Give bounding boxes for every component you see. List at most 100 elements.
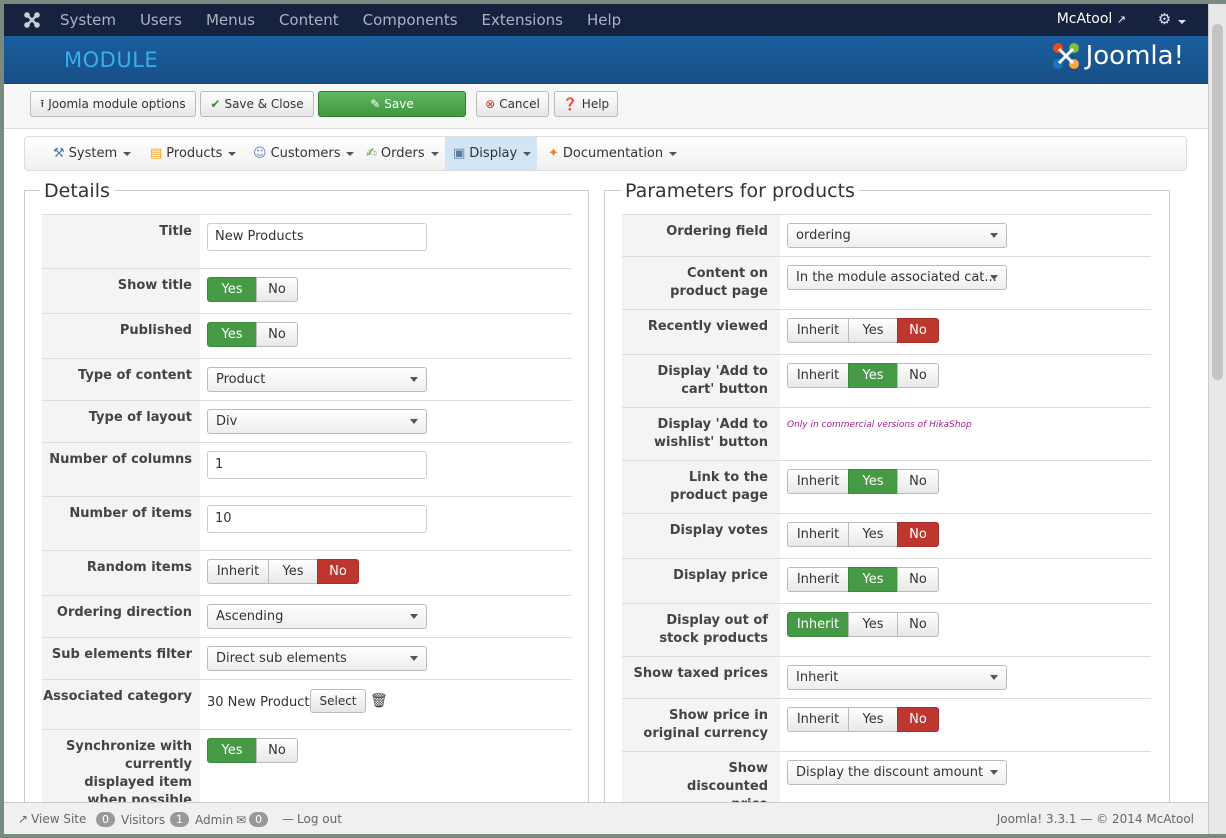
messages-status[interactable]: ✉ 0 — [236, 812, 271, 827]
price-inherit[interactable]: Inherit — [787, 567, 849, 592]
votes-no[interactable]: No — [897, 522, 939, 547]
chevron-down-icon — [346, 151, 355, 156]
row-recently-viewed: Recently viewed Inherit Yes No — [622, 309, 1151, 354]
row-show-title: Show title Yes No — [42, 268, 572, 313]
type-layout-select[interactable]: Div — [207, 409, 427, 434]
num-items-input[interactable]: 10 — [207, 505, 427, 533]
sync-yes[interactable]: Yes — [207, 738, 257, 763]
menu-content[interactable]: Content — [279, 11, 339, 29]
save-label: Save — [384, 97, 414, 111]
vertical-scrollbar[interactable] — [1208, 4, 1226, 834]
details-legend: Details — [40, 180, 114, 202]
settings-menu[interactable]: ⚙ — [1158, 10, 1186, 28]
page-header: MODULE Joomla! — [4, 36, 1208, 84]
ordering-field-select[interactable]: ordering — [787, 223, 1007, 248]
orig-currency-no[interactable]: No — [897, 707, 939, 732]
out-stock-no[interactable]: No — [897, 612, 939, 637]
row-votes: Display votes Inherit Yes No — [622, 513, 1151, 558]
dropdown-arrow-icon — [410, 614, 418, 619]
chevron-down-icon — [669, 151, 678, 156]
customers-icon: ☺ — [253, 146, 267, 161]
select-category-button[interactable]: Select — [310, 689, 366, 713]
random-yes[interactable]: Yes — [268, 559, 318, 584]
link-product-yes[interactable]: Yes — [848, 469, 898, 494]
menu-system[interactable]: System — [60, 11, 116, 29]
logout-link[interactable]: — Log out — [282, 812, 342, 826]
recently-viewed-yes[interactable]: Yes — [848, 318, 898, 343]
module-options-button[interactable]: ⭱ Joomla module options — [30, 91, 196, 117]
out-stock-inherit[interactable]: Inherit — [787, 612, 849, 637]
trash-icon[interactable]: 🗑 — [370, 693, 388, 709]
menu-users[interactable]: Users — [140, 11, 182, 29]
sub-filter-select[interactable]: Direct sub elements — [207, 646, 427, 671]
chevron-down-icon — [1178, 20, 1186, 24]
sub-filter-label: Sub elements filter — [42, 638, 200, 679]
submenu-display[interactable]: ▣ Display — [445, 137, 537, 170]
type-layout-value: Div — [216, 414, 238, 429]
sync-no[interactable]: No — [256, 738, 298, 763]
add-cart-no[interactable]: No — [897, 363, 939, 388]
row-title: Title New Products — [42, 214, 572, 268]
save-close-button[interactable]: ✔ Save & Close — [200, 91, 314, 117]
view-site-label: View Site — [31, 812, 87, 826]
link-product-no[interactable]: No — [897, 469, 939, 494]
menu-extensions[interactable]: Extensions — [482, 11, 563, 29]
gear-icon: ⚙ — [1157, 10, 1172, 28]
ordering-dir-label: Ordering direction — [42, 596, 200, 637]
content-page-select[interactable]: In the module associated cat... — [787, 265, 1007, 290]
row-published: Published Yes No — [42, 313, 572, 358]
menu-help[interactable]: Help — [587, 11, 621, 29]
votes-inherit[interactable]: Inherit — [787, 522, 849, 547]
cancel-button[interactable]: ⊗ Cancel — [476, 91, 549, 117]
ordering-dir-select[interactable]: Ascending — [207, 604, 427, 629]
price-yes[interactable]: Yes — [848, 567, 898, 592]
browser-window: System Users Menus Content Components Ex… — [4, 4, 1208, 834]
published-yes[interactable]: Yes — [207, 322, 257, 347]
menu-menus[interactable]: Menus — [206, 11, 255, 29]
discounted-select[interactable]: Display the discount amount — [787, 760, 1007, 785]
chevron-down-icon — [228, 151, 237, 156]
scrollbar-thumb[interactable] — [1212, 24, 1223, 380]
random-inherit[interactable]: Inherit — [207, 559, 269, 584]
out-stock-yes[interactable]: Yes — [848, 612, 898, 637]
type-content-value: Product — [216, 372, 266, 387]
add-cart-inherit[interactable]: Inherit — [787, 363, 849, 388]
title-input[interactable]: New Products — [207, 223, 427, 251]
ordering-field-value: ordering — [796, 228, 851, 243]
votes-yes[interactable]: Yes — [848, 522, 898, 547]
recently-viewed-no[interactable]: No — [897, 318, 939, 343]
dropdown-arrow-icon — [990, 675, 998, 680]
price-no[interactable]: No — [897, 567, 939, 592]
save-button[interactable]: ✎ Save — [318, 91, 466, 117]
link-product-inherit[interactable]: Inherit — [787, 469, 849, 494]
taxed-select[interactable]: Inherit — [787, 665, 1007, 690]
type-content-select[interactable]: Product — [207, 367, 427, 392]
component-submenu: ⚒ System ▤ Products ☺ Customers ✍ Orders… — [24, 136, 1187, 171]
show-title-no[interactable]: No — [256, 277, 298, 302]
submenu-products[interactable]: ▤ Products — [150, 137, 237, 170]
type-content-label: Type of content — [42, 359, 200, 400]
edit-icon: ✎ — [370, 97, 381, 111]
random-no[interactable]: No — [317, 559, 359, 584]
menu-components[interactable]: Components — [363, 11, 458, 29]
submenu-system[interactable]: ⚒ System — [53, 137, 132, 170]
num-columns-input[interactable]: 1 — [207, 451, 427, 479]
help-button[interactable]: ❓ Help — [554, 91, 618, 117]
assoc-cat-label: Associated category — [42, 680, 200, 729]
admin-status: 1 Admin — [170, 812, 233, 827]
show-title-yes[interactable]: Yes — [207, 277, 257, 302]
published-no[interactable]: No — [256, 322, 298, 347]
submenu-customers-label: Customers — [270, 146, 341, 161]
joomla-icon[interactable] — [4, 4, 60, 36]
version-text: Joomla! 3.3.1 — © 2014 McAtool — [996, 812, 1194, 826]
user-link[interactable]: McAtool ↗ — [1057, 11, 1126, 27]
orig-currency-inherit[interactable]: Inherit — [787, 707, 849, 732]
submenu-orders[interactable]: ✍ Orders — [366, 137, 439, 170]
submenu-documentation[interactable]: ✦ Documentation — [548, 137, 678, 170]
row-link-product: Link to the product page Inherit Yes No — [622, 460, 1151, 513]
view-site-link[interactable]: ↗ View Site — [18, 812, 86, 826]
recently-viewed-inherit[interactable]: Inherit — [787, 318, 849, 343]
add-cart-yes[interactable]: Yes — [848, 363, 898, 388]
orig-currency-yes[interactable]: Yes — [848, 707, 898, 732]
submenu-customers[interactable]: ☺ Customers — [253, 137, 355, 170]
